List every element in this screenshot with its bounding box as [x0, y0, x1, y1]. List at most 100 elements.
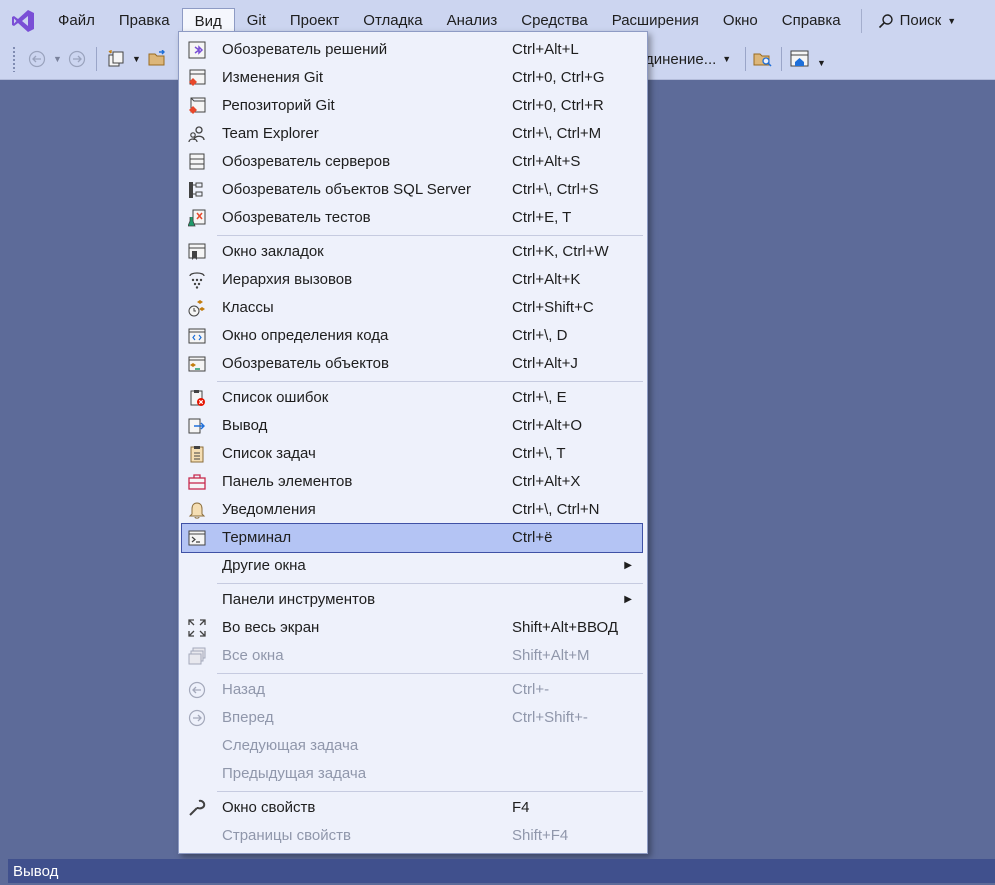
bell-icon [188, 502, 206, 519]
menu-item-notifications[interactable]: Уведомления Ctrl+\, Ctrl+N [182, 496, 642, 524]
class-view-icon [188, 300, 205, 317]
menu-item-label: Вперед [222, 709, 274, 726]
test-explorer-icon [188, 209, 206, 227]
menu-item-output[interactable]: Вывод Ctrl+Alt+O [182, 412, 642, 440]
toolbar-overflow-chevron-icon[interactable]: ▼ [817, 51, 826, 75]
terminal-icon [188, 530, 206, 546]
menu-item-shortcut: Ctrl+Alt+X [512, 473, 581, 490]
menu-item-label: Следующая задача [222, 737, 359, 754]
menu-item-sql-server-object-explorer[interactable]: Обозреватель объектов SQL Server Ctrl+\,… [182, 176, 642, 204]
configuration-dropdown[interactable]: единение... ▼ [637, 47, 731, 71]
menu-tools[interactable]: Средства [509, 9, 599, 33]
home-window-button[interactable] [790, 47, 810, 71]
menu-item-solution-explorer[interactable]: Обозреватель решений Ctrl+Alt+L [182, 36, 642, 64]
menu-item-shortcut: Ctrl+Shift+- [512, 709, 588, 726]
search-button[interactable]: Поиск ▼ [860, 8, 956, 33]
menu-item-shortcut: Ctrl+Alt+S [512, 153, 581, 170]
menu-item-shortcut: Ctrl+\, D [512, 327, 568, 344]
output-panel-tab[interactable]: Вывод [8, 859, 995, 883]
task-list-icon [190, 446, 204, 463]
menu-debug[interactable]: Отладка [351, 9, 434, 33]
menu-item-label: Окно закладок [222, 243, 324, 260]
menu-item-shortcut: Ctrl+0, Ctrl+G [512, 69, 605, 86]
toolbar-separator [745, 47, 746, 71]
menu-analyze[interactable]: Анализ [435, 9, 510, 33]
menu-item-toolbox[interactable]: Панель элементов Ctrl+Alt+X [182, 468, 642, 496]
forward-circle-icon [68, 50, 86, 68]
toolbar-separator [96, 47, 97, 71]
menu-item-bookmark-window[interactable]: Окно закладок Ctrl+K, Ctrl+W [182, 238, 642, 266]
menu-item-other-windows[interactable]: Другие окна ▶ [182, 552, 642, 580]
menu-item-shortcut: Shift+Alt+M [512, 647, 590, 664]
menu-item-label: Изменения Git [222, 69, 324, 86]
menu-item-git-repository[interactable]: Репозиторий Git Ctrl+0, Ctrl+R [182, 92, 642, 120]
code-definition-icon [188, 328, 206, 344]
menu-item-label: Список ошибок [222, 389, 329, 406]
menu-item-all-windows[interactable]: Все окна Shift+Alt+M [182, 642, 642, 670]
menu-window[interactable]: Окно [711, 9, 770, 33]
menu-item-server-explorer[interactable]: Обозреватель серверов Ctrl+Alt+S [182, 148, 642, 176]
output-panel-label: Вывод [13, 863, 59, 880]
git-changes-icon [189, 69, 206, 86]
menu-item-error-list[interactable]: Список ошибок Ctrl+\, E [182, 384, 642, 412]
toolbar-grip[interactable] [12, 46, 16, 72]
menu-item-git-changes[interactable]: Изменения Git Ctrl+0, Ctrl+G [182, 64, 642, 92]
menu-git[interactable]: Git [235, 9, 278, 33]
menu-item-shortcut: Ctrl+\, Ctrl+S [512, 181, 599, 198]
menu-item-label: Назад [222, 681, 265, 698]
menu-item-previous-task[interactable]: Предыдущая задача [182, 760, 642, 788]
menu-item-next-task[interactable]: Следующая задача [182, 732, 642, 760]
navigate-back-button[interactable] [28, 47, 46, 71]
menu-item-navigate-forward[interactable]: Вперед Ctrl+Shift+- [182, 704, 642, 732]
menu-item-label: Страницы свойств [222, 827, 351, 844]
menu-item-class-view[interactable]: Классы Ctrl+Shift+C [182, 294, 642, 322]
menu-item-shortcut: Ctrl+K, Ctrl+W [512, 243, 609, 260]
visual-studio-logo-icon[interactable] [0, 0, 46, 41]
menu-item-label: Другие окна [222, 557, 306, 574]
search-label: Поиск [899, 12, 942, 29]
menu-item-shortcut: F4 [512, 799, 530, 816]
menu-file[interactable]: Файл [46, 9, 107, 33]
menu-divider [217, 673, 643, 674]
back-dropdown-chevron-icon[interactable]: ▼ [53, 47, 62, 71]
menu-item-toolbars[interactable]: Панели инструментов ▶ [182, 586, 642, 614]
menu-item-properties-window[interactable]: Окно свойств F4 [182, 794, 642, 822]
new-project-button[interactable] [106, 47, 126, 71]
menu-item-code-definition-window[interactable]: Окно определения кода Ctrl+\, D [182, 322, 642, 350]
menu-item-test-explorer[interactable]: Обозреватель тестов Ctrl+E, T [182, 204, 642, 232]
menu-item-label: Предыдущая задача [222, 765, 367, 782]
menu-item-label: Уведомления [222, 501, 316, 518]
menu-item-shortcut: Ctrl+\, Ctrl+N [512, 501, 600, 518]
menu-item-shortcut: Shift+F4 [512, 827, 569, 844]
menu-item-call-hierarchy[interactable]: Иерархия вызовов Ctrl+Alt+K [182, 266, 642, 294]
menu-item-label: Панель элементов [222, 473, 353, 490]
view-menu-dropdown: Обозреватель решений Ctrl+Alt+L Изменени… [178, 31, 648, 854]
menu-item-team-explorer[interactable]: Team Explorer Ctrl+\, Ctrl+M [182, 120, 642, 148]
menu-item-terminal[interactable]: Терминал Ctrl+ё [181, 523, 643, 553]
error-list-icon [190, 390, 205, 406]
menu-extensions[interactable]: Расширения [600, 9, 711, 33]
menu-item-navigate-back[interactable]: Назад Ctrl+- [182, 676, 642, 704]
open-folder-button[interactable] [148, 47, 168, 71]
navigate-forward-button[interactable] [68, 47, 86, 71]
menu-item-label: Обозреватель объектов [222, 355, 389, 372]
menu-item-shortcut: Ctrl+Alt+J [512, 355, 578, 372]
menu-item-shortcut: Ctrl+Alt+L [512, 41, 579, 58]
menu-item-property-pages[interactable]: Страницы свойств Shift+F4 [182, 822, 642, 850]
find-in-files-button[interactable] [753, 47, 773, 71]
forward-icon [188, 709, 206, 727]
menu-item-label: Репозиторий Git [222, 97, 335, 114]
menu-item-object-browser[interactable]: Обозреватель объектов Ctrl+Alt+J [182, 350, 642, 378]
menu-project[interactable]: Проект [278, 9, 351, 33]
menu-item-label: Обозреватель серверов [222, 153, 391, 170]
menu-help[interactable]: Справка [770, 9, 853, 33]
menu-edit[interactable]: Правка [107, 9, 182, 33]
menu-item-label: Классы [222, 299, 274, 316]
menu-item-task-list[interactable]: Список задач Ctrl+\, T [182, 440, 642, 468]
configuration-chevron-icon: ▼ [722, 54, 732, 64]
new-project-chevron-icon[interactable]: ▼ [132, 47, 141, 71]
menu-item-shortcut: Ctrl+E, T [512, 209, 572, 226]
new-item-icon [108, 50, 124, 67]
submenu-arrow-icon: ▶ [624, 560, 632, 571]
menu-item-full-screen[interactable]: Во весь экран Shift+Alt+ВВОД [182, 614, 642, 642]
